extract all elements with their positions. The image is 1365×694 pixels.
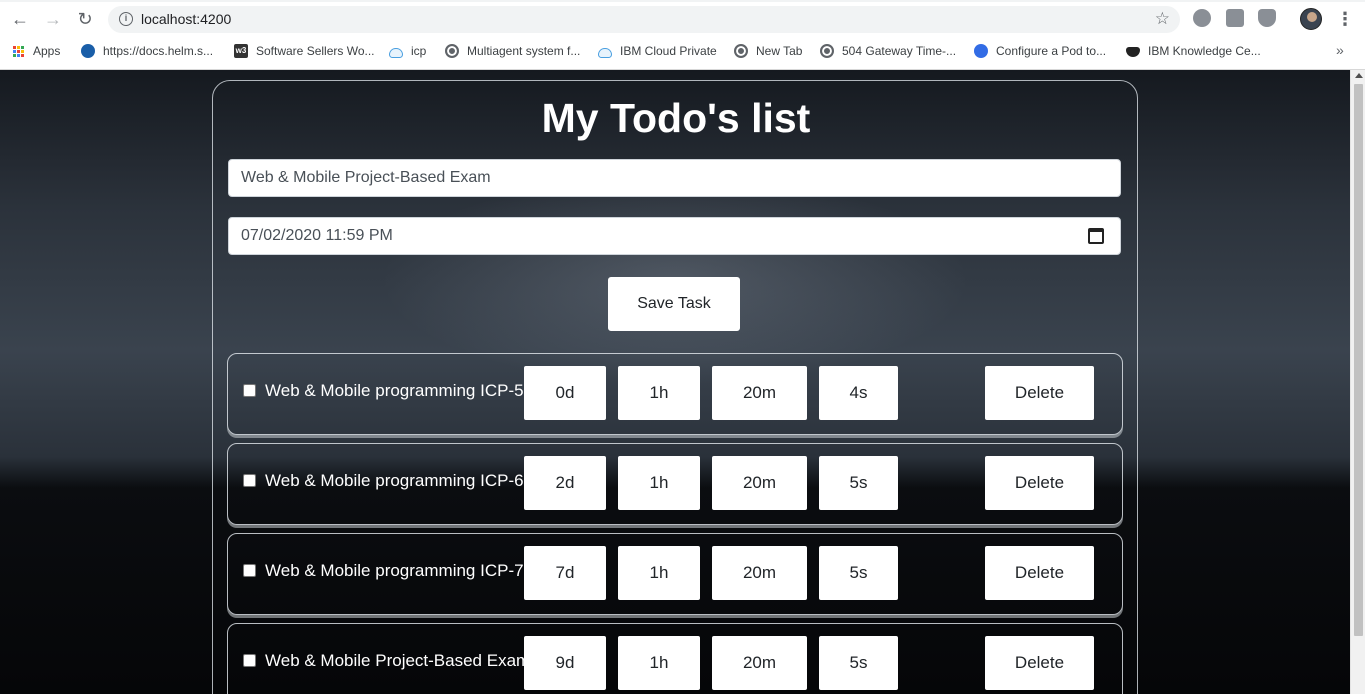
globe-icon [734,44,748,58]
scrollbar-thumb[interactable] [1354,84,1363,636]
countdown-minutes: 20m [712,636,807,690]
bookmark-apps[interactable]: Apps [13,42,60,60]
page-title: My Todo's list [541,95,811,141]
task-item: Web & Mobile programming ICP-6 2d 1h 20m… [227,443,1123,525]
cloud-icon [389,47,403,58]
bookmarks-overflow-icon[interactable]: » [1336,42,1344,58]
bookmark-multiagent[interactable]: Multiagent system f... [445,42,580,60]
bookmark-label: icp [411,44,427,58]
apps-grid-icon [13,45,24,57]
delete-task-button[interactable]: Delete [985,636,1094,690]
task-item: Web & Mobile programming ICP-5 0d 1h 20m… [227,353,1123,435]
bookmark-label: Configure a Pod to... [996,44,1107,58]
countdown-days: 2d [524,456,606,510]
task-checkbox[interactable] [243,564,256,577]
browser-chrome: ← → ↻ i localhost:4200 ☆ ⋮ Apps https://… [0,0,1365,70]
bookmark-label: 504 Gateway Time-... [842,44,957,58]
countdown-minutes: 20m [712,456,807,510]
bookmarks-bar: Apps https://docs.helm.s... w3 Software … [0,40,1365,62]
bookmark-label: IBM Cloud Private [620,44,717,58]
scroll-up-arrow-icon[interactable] [1355,73,1363,78]
page-viewport: My Todo's list 07/02/2020 11:59 PM Save … [0,70,1350,694]
bookmark-label: IBM Knowledge Ce... [1148,44,1261,58]
countdown-seconds: 5s [819,546,898,600]
page-scrollbar[interactable] [1350,70,1365,694]
countdown-minutes: 20m [712,546,807,600]
countdown-minutes: 20m [712,366,807,420]
globe-icon [445,44,459,58]
globe-icon [820,44,834,58]
task-name: Web & Mobile programming ICP-7 [265,561,524,580]
bookmark-software-sellers[interactable]: w3 Software Sellers Wo... [234,42,375,60]
bookmark-icp[interactable]: icp [389,42,426,60]
extension-shield-icon[interactable] [1258,9,1276,27]
task-name: Web & Mobile Project-Based Exam [265,651,531,670]
w3-icon: w3 [234,44,248,58]
profile-avatar[interactable] [1300,8,1322,30]
helm-icon [81,44,95,58]
kubernetes-icon [974,44,988,58]
delete-task-button[interactable]: Delete [985,456,1094,510]
site-info-icon[interactable]: i [119,12,133,26]
delete-task-button[interactable]: Delete [985,546,1094,600]
bookmark-504-gateway[interactable]: 504 Gateway Time-... [820,42,956,60]
reload-icon[interactable]: ↻ [73,8,97,30]
task-name: Web & Mobile programming ICP-6 [265,471,524,490]
due-date-input[interactable]: 07/02/2020 11:59 PM [228,217,1121,255]
todo-card: My Todo's list 07/02/2020 11:59 PM Save … [212,80,1138,694]
countdown-hours: 1h [618,456,700,510]
address-bar[interactable]: i localhost:4200 ☆ [108,6,1180,33]
ibm-icon [1126,47,1140,57]
save-task-button[interactable]: Save Task [608,277,740,331]
browser-menu-icon[interactable]: ⋮ [1336,8,1354,30]
cloud-icon [598,47,612,58]
countdown-days: 9d [524,636,606,690]
task-checkbox[interactable] [243,654,256,667]
bookmark-helm-docs[interactable]: https://docs.helm.s... [81,42,213,60]
task-checkbox[interactable] [243,384,256,397]
due-date-value[interactable]: 07/02/2020 11:59 PM [241,227,393,244]
countdown-hours: 1h [618,636,700,690]
bookmark-configure-pod[interactable]: Configure a Pod to... [974,42,1106,60]
task-checkbox[interactable] [243,474,256,487]
delete-task-button[interactable]: Delete [985,366,1094,420]
tab-strip-edge [0,0,1365,2]
countdown-days: 0d [524,366,606,420]
bookmark-star-icon[interactable]: ☆ [1155,9,1170,29]
countdown-seconds: 5s [819,456,898,510]
address-url[interactable]: localhost:4200 [141,11,231,27]
countdown-seconds: 5s [819,636,898,690]
back-arrow-icon[interactable]: ← [8,8,32,30]
forward-arrow-icon[interactable]: → [41,8,65,30]
bookmark-label: New Tab [756,44,803,58]
countdown-days: 7d [524,546,606,600]
extension-copy-icon[interactable] [1226,9,1244,27]
extension-sync-icon[interactable] [1193,9,1211,27]
task-name: Web & Mobile programming ICP-5 [265,381,524,400]
bookmark-ibm-knowledge[interactable]: IBM Knowledge Ce... [1126,42,1261,60]
bookmark-label: Multiagent system f... [467,44,581,58]
task-name-input[interactable] [228,159,1121,197]
task-item: Web & Mobile Project-Based Exam 9d 1h 20… [227,623,1123,694]
bookmark-ibm-cloud-private[interactable]: IBM Cloud Private [598,42,717,60]
countdown-hours: 1h [618,546,700,600]
bookmark-label: https://docs.helm.s... [103,44,214,58]
countdown-hours: 1h [618,366,700,420]
bookmark-label: Software Sellers Wo... [256,44,375,58]
bookmark-new-tab[interactable]: New Tab [734,42,802,60]
calendar-icon[interactable] [1088,228,1104,244]
countdown-seconds: 4s [819,366,898,420]
task-item: Web & Mobile programming ICP-7 7d 1h 20m… [227,533,1123,615]
bookmark-label: Apps [33,44,61,58]
